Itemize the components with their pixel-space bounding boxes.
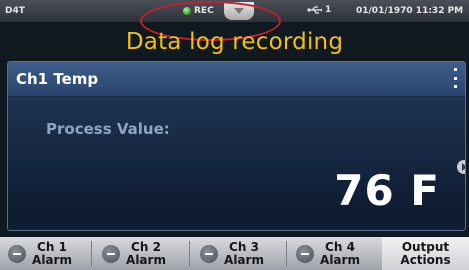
softkey-ch3-alarm[interactable]: Ch 3 Alarm [196,237,270,270]
softkey-ch1-alarm[interactable]: Ch 1 Alarm [4,237,78,270]
pull-down-tab[interactable] [224,2,254,20]
softkey-label: Ch 4 Alarm [314,239,366,267]
output-actions-button[interactable]: Output Actions [382,237,469,270]
channel-title: Ch1 Temp [16,70,99,88]
minus-circle-icon [8,244,26,263]
rec-label: REC [194,6,214,16]
rec-dot-icon [183,7,191,15]
next-page-arrow-icon[interactable] [457,160,465,174]
softkey-line2: Alarm [320,252,360,267]
softkey-label: Ch 1 Alarm [26,239,78,267]
output-actions-line2: Actions [400,252,451,267]
softkey-label: Ch 3 Alarm [218,239,270,267]
softkey-line1: Ch 1 [37,239,67,254]
panel-header: Ch1 Temp [8,62,465,97]
divider [91,241,92,266]
softkey-line1: Ch 3 [229,239,259,254]
minus-circle-icon [102,244,120,263]
softkey-line1: Ch 4 [325,239,355,254]
softkey-label: Ch 2 Alarm [120,239,172,267]
channel-panel[interactable]: Ch1 Temp Process Value: 76 F [7,61,466,231]
output-actions-line1: Output [401,239,450,254]
status-bar: D4T REC 1 01/01/1970 11:32 PM [0,0,469,22]
device-name: D4T [5,6,25,16]
usb-indicator: 1 [307,5,331,15]
softkey-line1: Ch 2 [131,239,161,254]
usb-icon [307,6,322,14]
datetime: 01/01/1970 11:32 PM [356,6,464,16]
divider [189,241,190,266]
minus-circle-icon [296,244,314,263]
softkey-line2: Alarm [126,252,166,267]
softkey-ch2-alarm[interactable]: Ch 2 Alarm [98,237,172,270]
softkey-line2: Alarm [224,252,264,267]
process-value-label: Process Value: [46,120,170,138]
softkey-line2: Alarm [32,252,72,267]
minus-circle-icon [200,244,218,263]
divider [286,241,287,266]
annotation-caption: Data log recording [125,29,344,55]
usb-count: 1 [325,5,332,15]
chevron-down-icon [234,8,244,14]
process-value: 76 F [334,166,440,215]
vertical-dots-menu-icon[interactable] [451,68,459,88]
softkey-ch4-alarm[interactable]: Ch 4 Alarm [292,237,366,270]
rec-indicator: REC [183,6,214,16]
